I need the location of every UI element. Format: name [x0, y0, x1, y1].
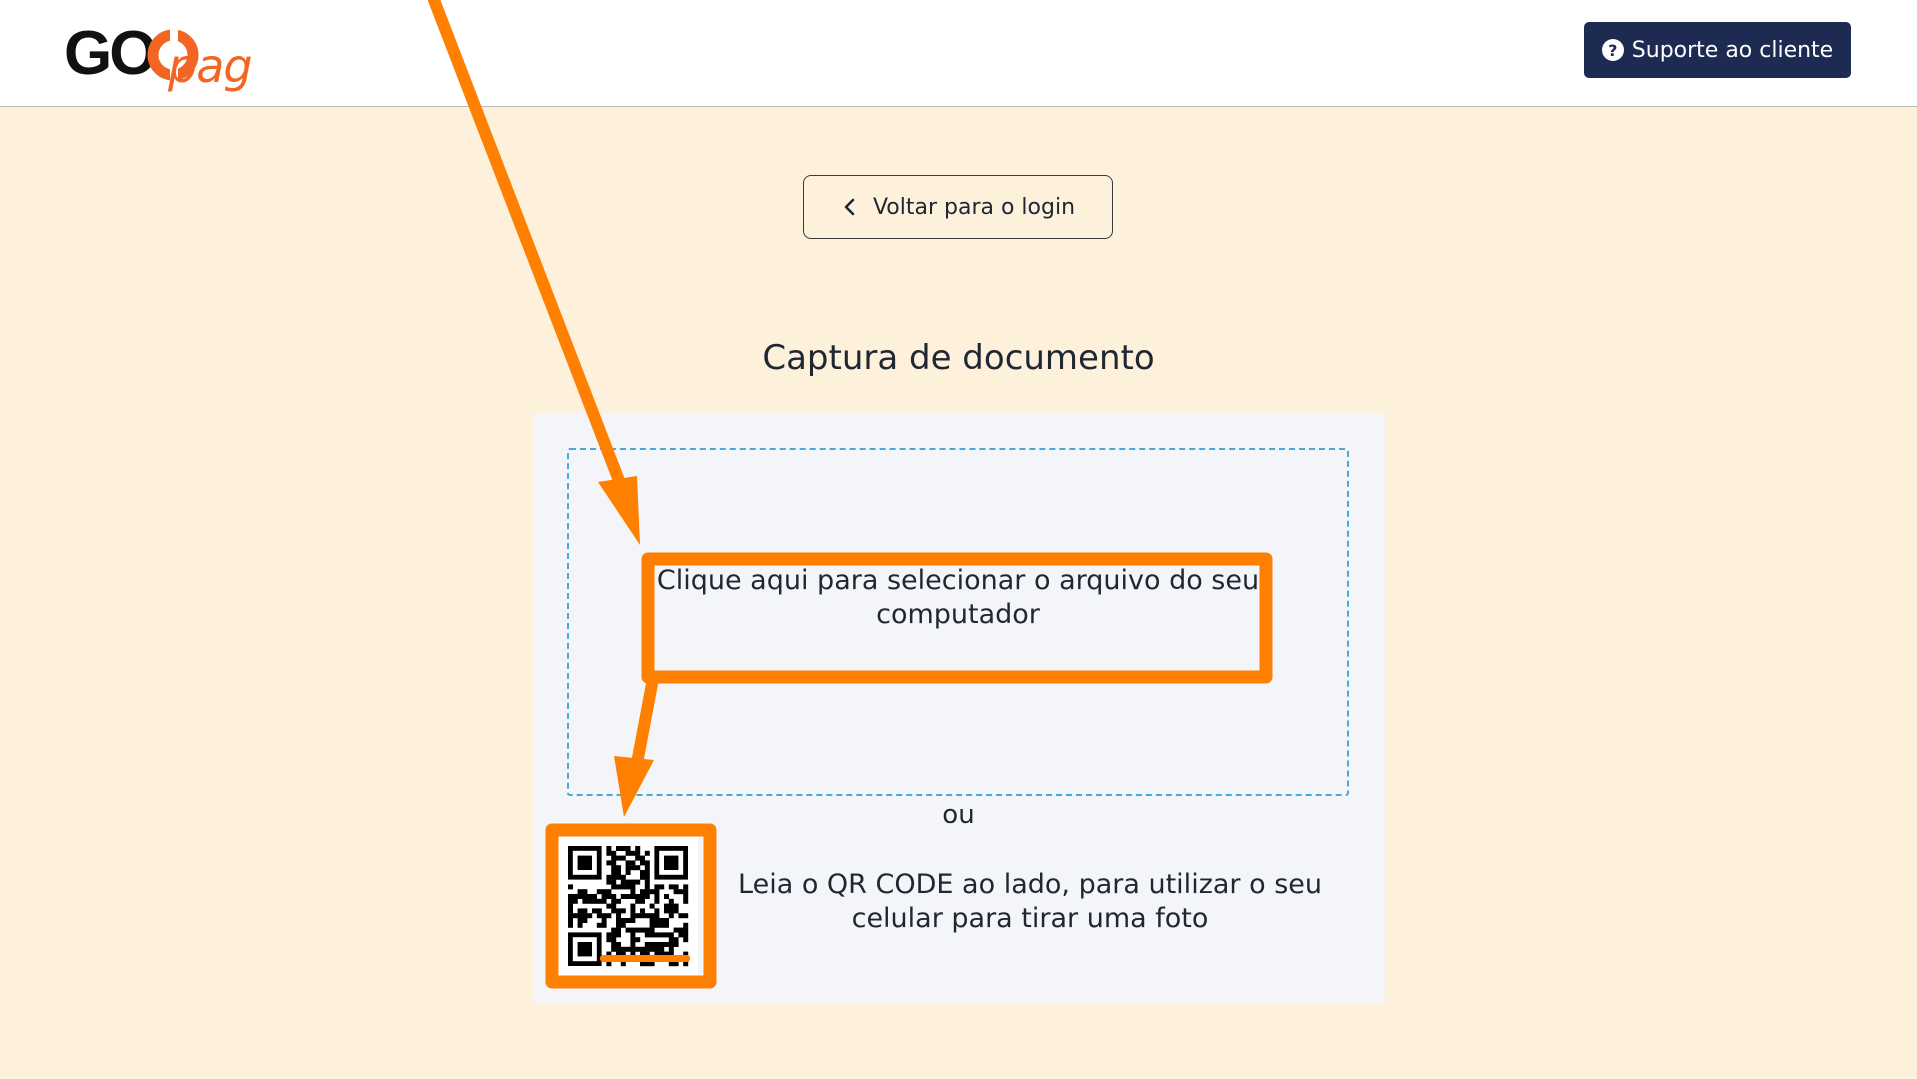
logo-pag-text: pag [168, 39, 253, 93]
gopag-logo[interactable]: GO pag [64, 19, 264, 93]
logo-go-text: GO [64, 19, 157, 88]
chevron-left-icon [844, 198, 855, 216]
question-circle-icon: ? [1601, 39, 1624, 61]
top-header: GO pag ? Suporte ao cliente [0, 0, 1917, 107]
qr-instruction-text: Leia o QR CODE ao lado, para utilizar o … [738, 869, 1322, 934]
page-title: Captura de documento [762, 338, 1155, 378]
qr-code-icon [568, 846, 690, 967]
customer-support-button[interactable]: ? Suporte ao cliente [1584, 22, 1851, 78]
upload-instruction-text[interactable]: Clique aqui para selecionar o arquivo do… [656, 564, 1260, 632]
back-to-login-button[interactable]: Voltar para o login [803, 175, 1113, 239]
or-separator: ou [942, 800, 975, 830]
qr-code-box [558, 836, 698, 976]
support-button-label: Suporte ao cliente [1631, 37, 1834, 63]
back-button-label: Voltar para o login [872, 194, 1076, 220]
